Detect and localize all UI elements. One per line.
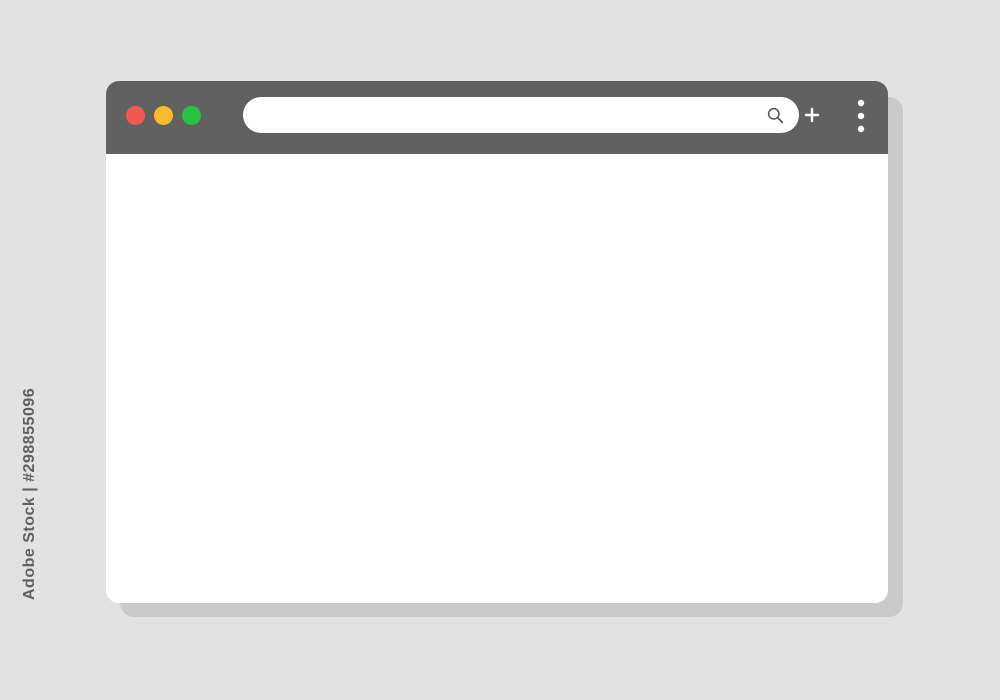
browser-window (106, 81, 888, 603)
plus-icon[interactable] (803, 106, 821, 124)
watermark-text: Adobe Stock | #298855096 (21, 387, 38, 600)
page-content-area (106, 154, 888, 603)
close-window-button[interactable] (126, 106, 145, 125)
vertical-dots-icon[interactable] (854, 99, 868, 133)
browser-toolbar (106, 81, 888, 154)
address-input[interactable] (261, 97, 751, 133)
address-bar[interactable] (243, 97, 799, 133)
maximize-window-button[interactable] (182, 106, 201, 125)
search-icon[interactable] (767, 107, 784, 124)
minimize-window-button[interactable] (154, 106, 173, 125)
